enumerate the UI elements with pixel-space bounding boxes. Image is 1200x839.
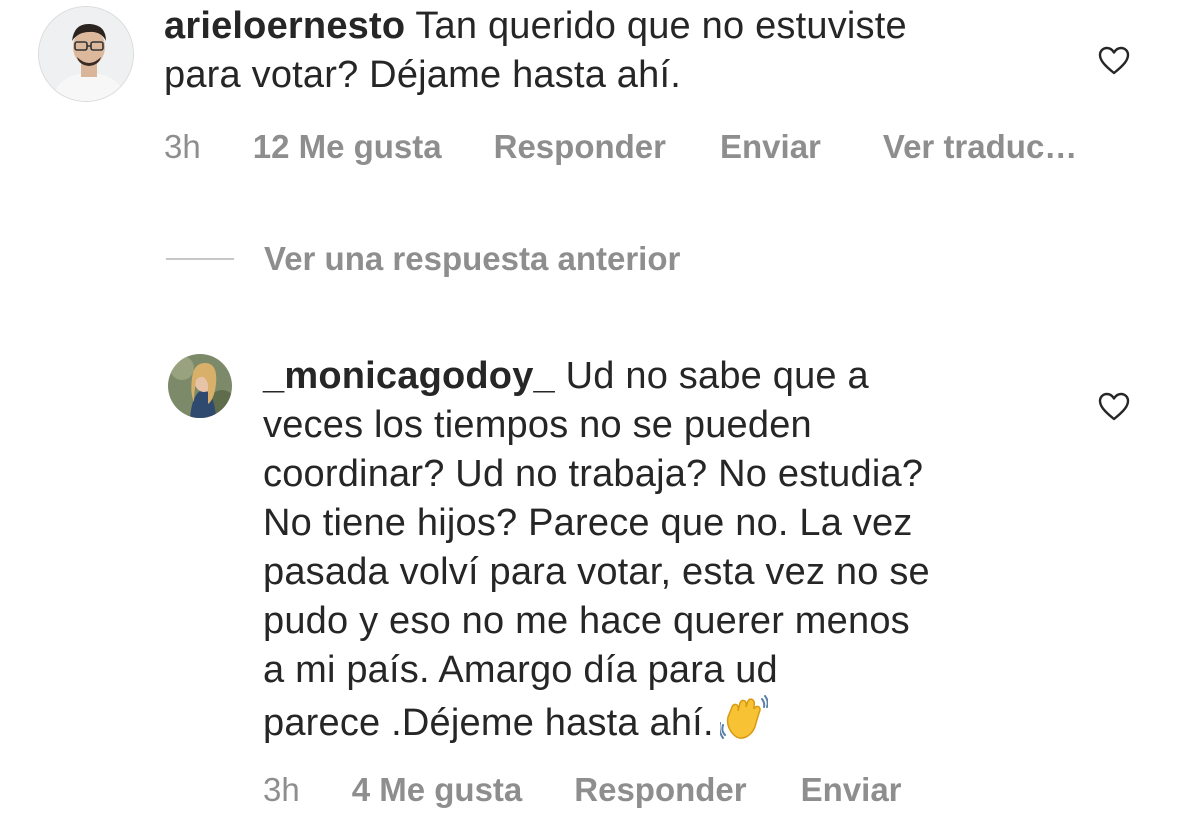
heart-outline-icon[interactable] bbox=[1098, 392, 1130, 422]
comment-username[interactable]: _monicagodoy_ bbox=[263, 355, 555, 397]
avatar[interactable] bbox=[38, 6, 134, 102]
heart-outline-icon[interactable] bbox=[1098, 46, 1130, 76]
comment-username[interactable]: arieloernesto bbox=[164, 5, 405, 47]
likes-count-button[interactable]: 12 Me gusta bbox=[253, 128, 442, 166]
view-replies-label: Ver una respuesta anterior bbox=[264, 240, 681, 277]
divider-line bbox=[166, 258, 234, 260]
comment-meta: 3h 4 Me gusta Responder Enviar bbox=[263, 771, 902, 809]
comment-time: 3h bbox=[164, 128, 201, 165]
profile-avatar-icon bbox=[168, 354, 232, 418]
reply-button[interactable]: Responder bbox=[494, 128, 666, 166]
profile-avatar-icon bbox=[39, 7, 133, 101]
avatar[interactable] bbox=[168, 354, 232, 418]
translate-button[interactable]: Ver traduc… bbox=[883, 128, 1077, 166]
comment-body: arieloernesto Tan querido que no estuvis… bbox=[164, 2, 1064, 100]
reply-button[interactable]: Responder bbox=[574, 771, 746, 809]
send-button[interactable]: Enviar bbox=[720, 128, 821, 166]
comment-time: 3h bbox=[263, 771, 300, 808]
comment-text: Ud no sabe que a veces los tiempos no se… bbox=[263, 355, 930, 744]
comment-meta: 3h 12 Me gusta Responder Enviar Ver trad… bbox=[164, 128, 1077, 166]
likes-count-button[interactable]: 4 Me gusta bbox=[352, 771, 523, 809]
comment-body: _monicagodoy_ Ud no sabe que a veces los… bbox=[263, 352, 1063, 754]
view-previous-replies-button[interactable]: Ver una respuesta anterior bbox=[166, 240, 680, 278]
waving-hand-emoji-icon bbox=[718, 695, 769, 754]
send-button[interactable]: Enviar bbox=[801, 771, 902, 809]
